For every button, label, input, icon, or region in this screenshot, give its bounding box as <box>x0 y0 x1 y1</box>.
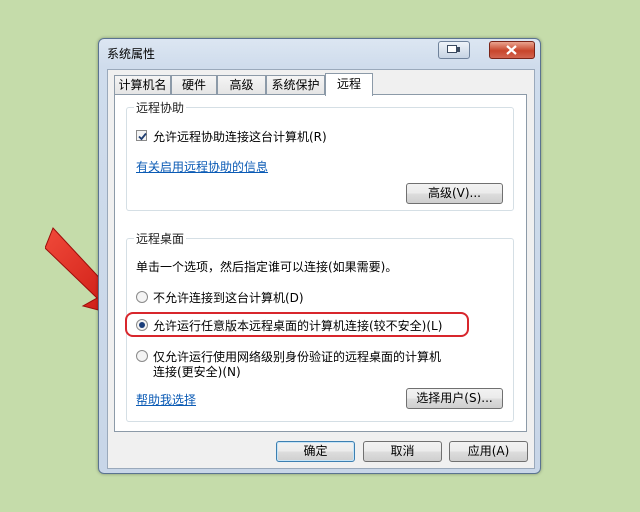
deny-connections-label[interactable]: 不允许连接到这台计算机(D) <box>153 289 304 306</box>
checkmark-icon <box>138 132 147 141</box>
tab-hardware[interactable]: 硬件 <box>171 75 217 95</box>
remote-assistance-group: 远程协助 允许远程协助连接这台计算机(R) 有关启用远程协助的信息 高级(V).… <box>126 99 514 211</box>
select-users-button[interactable]: 选择用户(S)... <box>406 388 503 409</box>
advanced-button[interactable]: 高级(V)... <box>406 183 503 204</box>
apply-button[interactable]: 应用(A) <box>449 441 528 462</box>
radio-allow-nla-only[interactable] <box>136 350 148 362</box>
allow-remote-assistance-label[interactable]: 允许远程协助连接这台计算机(R) <box>153 128 327 145</box>
system-properties-dialog: 系统属性 计算机名 硬件 高级 系统保护 远程 远程协助 允许远程协助连接这台计… <box>98 38 541 474</box>
cancel-button[interactable]: 取消 <box>363 441 442 462</box>
restore-icon <box>447 45 460 53</box>
close-button[interactable] <box>489 41 535 59</box>
remote-assistance-info-link[interactable]: 有关启用远程协助的信息 <box>136 158 268 175</box>
help-me-choose-link[interactable]: 帮助我选择 <box>136 391 196 408</box>
remote-desktop-title: 远程桌面 <box>134 230 187 247</box>
tab-advanced[interactable]: 高级 <box>217 75 266 95</box>
allow-remote-assistance-checkbox[interactable] <box>136 130 147 141</box>
window-title: 系统属性 <box>107 47 156 61</box>
remote-assistance-title: 远程协助 <box>134 99 187 116</box>
red-highlight-outline <box>125 312 469 337</box>
dialog-client-area: 计算机名 硬件 高级 系统保护 远程 远程协助 允许远程协助连接这台计算机(R)… <box>107 69 535 469</box>
allow-nla-only-label-line2[interactable]: 连接(更安全)(N) <box>153 363 241 380</box>
tab-remote[interactable]: 远程 <box>325 73 373 96</box>
remote-tab-panel: 远程协助 允许远程协助连接这台计算机(R) 有关启用远程协助的信息 高级(V).… <box>114 94 527 432</box>
remote-desktop-instruction: 单击一个选项，然后指定谁可以连接(如果需要)。 <box>136 260 398 274</box>
restore-button[interactable] <box>438 41 470 59</box>
tab-computer-name[interactable]: 计算机名 <box>114 75 171 95</box>
tab-system-protection[interactable]: 系统保护 <box>266 75 325 95</box>
close-icon <box>506 45 517 55</box>
radio-deny-connections[interactable] <box>136 291 148 303</box>
ok-button[interactable]: 确定 <box>276 441 355 462</box>
